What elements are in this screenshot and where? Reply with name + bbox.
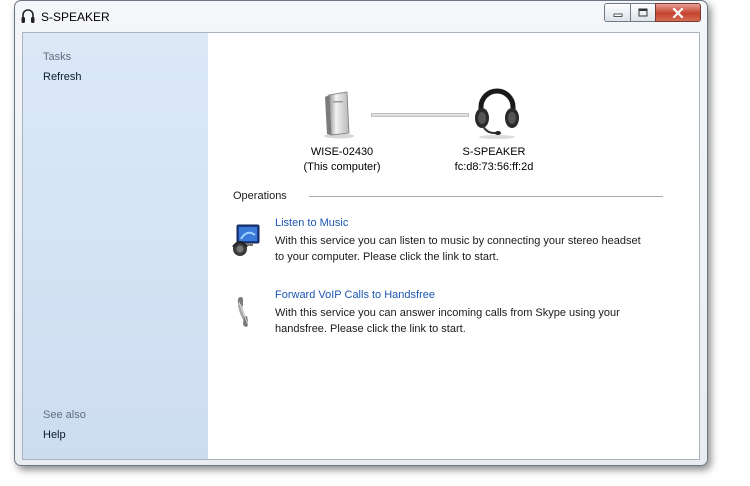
operations-divider [309, 196, 663, 197]
listen-to-music-description: With this service you can listen to musi… [275, 233, 641, 265]
phone-handset-icon[interactable] [235, 295, 255, 329]
title-bar[interactable]: S-SPEAKER [15, 1, 707, 31]
minimize-icon [613, 13, 622, 17]
music-player-icon[interactable] [231, 223, 263, 257]
computer-device: WISE-02430 (This computer) [297, 146, 387, 173]
computer-name: WISE-02430 [310, 146, 374, 158]
connection-line [371, 113, 469, 117]
headset-app-icon [21, 9, 35, 23]
description-line: to your computer. Please click the link … [275, 251, 499, 263]
caption-buttons [604, 3, 701, 22]
headset-name: S-SPEAKER [462, 146, 526, 158]
window-title: S-SPEAKER [41, 10, 110, 24]
listen-to-music-link[interactable]: Listen to Music [275, 217, 348, 229]
refresh-link[interactable]: Refresh [43, 71, 82, 83]
see-also-heading: See also [43, 409, 86, 421]
minimize-button[interactable] [604, 3, 630, 22]
computer-subtitle: (This computer) [303, 161, 381, 173]
maximize-icon [638, 8, 648, 17]
close-icon [672, 7, 684, 18]
client-area: Tasks Refresh See also Help WISE-02430 (… [22, 32, 700, 460]
tasks-heading: Tasks [43, 51, 72, 63]
headset-device: S-SPEAKER fc:d8:73:56:ff:2d [443, 146, 545, 173]
description-line: With this service you can answer incomin… [275, 307, 620, 319]
headset-icon[interactable] [471, 87, 523, 139]
operations-heading: Operations [233, 190, 287, 202]
computer-tower-icon[interactable] [321, 91, 357, 139]
description-line: handsfree. Please click the link to star… [275, 323, 466, 335]
close-button[interactable] [655, 3, 701, 22]
help-link[interactable]: Help [43, 429, 66, 441]
headset-address: fc:d8:73:56:ff:2d [454, 161, 534, 173]
app-window: S-SPEAKER Tasks Refresh See also Help WI… [14, 0, 708, 466]
description-line: With this service you can listen to musi… [275, 235, 641, 247]
forward-voip-calls-link[interactable]: Forward VoIP Calls to Handsfree [275, 289, 435, 301]
maximize-button[interactable] [630, 3, 655, 22]
forward-voip-calls-description: With this service you can answer incomin… [275, 305, 620, 337]
task-pane: Tasks Refresh See also Help [23, 33, 208, 459]
